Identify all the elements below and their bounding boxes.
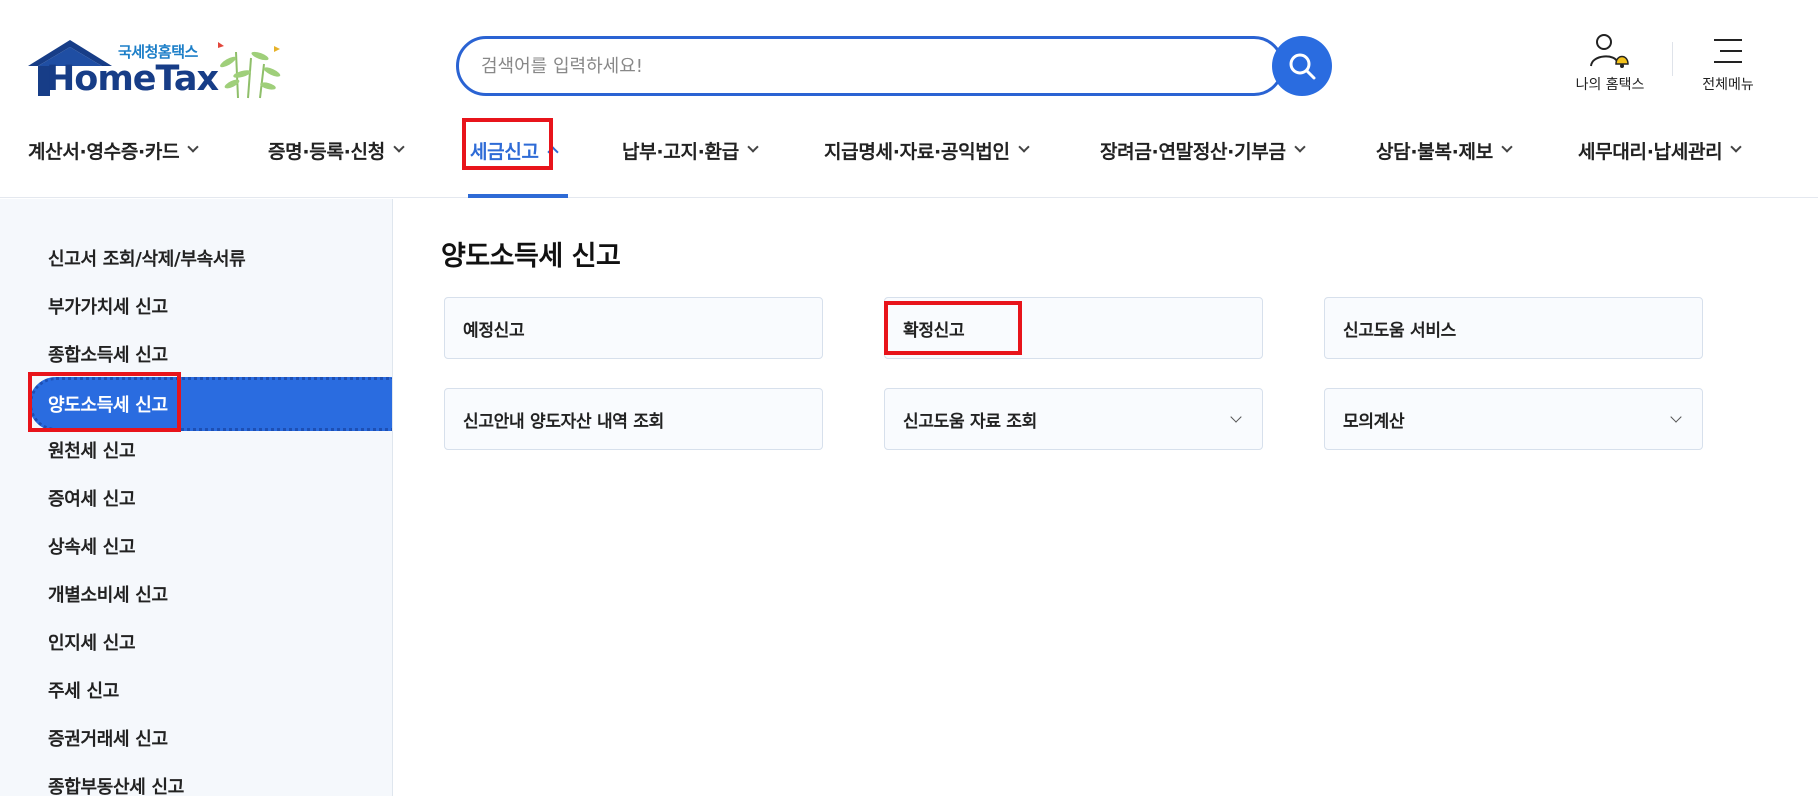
gnb-item-tax-filing[interactable]: 세금신고 [470, 134, 559, 166]
card-preliminary-return[interactable]: 예정신고 [444, 297, 823, 359]
chevron-down-icon [1230, 411, 1242, 423]
search-box [456, 36, 1284, 96]
sidebar-item-excise-tax[interactable]: 개별소비세 신고 [48, 581, 168, 611]
all-menu-button[interactable]: 전체메뉴 [1690, 34, 1766, 102]
gnb-item-statement[interactable]: 지급명세·자료·공익법인 [824, 134, 1030, 166]
chevron-down-icon [747, 141, 759, 153]
chevron-down-icon [187, 141, 199, 153]
all-menu-label: 전체메뉴 [1702, 77, 1754, 93]
gnb-item-payment[interactable]: 납부·고지·환급 [622, 134, 759, 166]
card-filing-help-service[interactable]: 신고도움 서비스 [1324, 297, 1703, 359]
search-icon [1289, 53, 1316, 80]
gnb-item-invoice[interactable]: 계산서·영수증·카드 [28, 134, 199, 166]
sidebar-item-report-inquiry[interactable]: 신고서 조회/삭제/부속서류 [48, 245, 246, 275]
sidebar-item-securities-tax[interactable]: 증권거래세 신고 [48, 725, 168, 755]
sidebar-item-property-tax[interactable]: 종합부동산세 신고 [48, 773, 184, 796]
sidebar-item-capital-gains-tax[interactable]: 양도소득세 신고 [29, 377, 392, 431]
page-title: 양도소득세 신고 [441, 241, 621, 272]
chevron-down-icon [1293, 141, 1306, 153]
sidebar-item-gift-tax[interactable]: 증여세 신고 [48, 485, 136, 515]
header-divider [1672, 42, 1673, 76]
card-mock-calculation[interactable]: 모의계산 [1324, 388, 1703, 450]
card-label: 신고도움 자료 조회 [903, 411, 1037, 432]
gnb-item-certificate[interactable]: 증명·등록·신청 [268, 134, 405, 166]
my-hometax-label: 나의 홈택스 [1575, 77, 1645, 93]
search-input[interactable] [481, 49, 1211, 83]
gnb-active-underline [468, 194, 568, 198]
gnb-item-label: 증명·등록·신청 [268, 140, 385, 163]
sidebar: 신고서 조회/삭제/부속서류 부가가치세 신고 종합소득세 신고 양도소득세 신… [0, 199, 393, 796]
sidebar-item-income-tax[interactable]: 종합소득세 신고 [48, 341, 168, 371]
chevron-down-icon [1501, 141, 1513, 153]
hometax-logo[interactable]: 국세청홈택스 HomeTax [28, 38, 290, 102]
gnb-item-label: 세금신고 [470, 140, 539, 163]
gnb-item-label: 납부·고지·환급 [622, 140, 739, 163]
chevron-up-icon [547, 146, 559, 158]
card-label: 신고안내 양도자산 내역 조회 [463, 411, 664, 432]
hometax-page: 국세청홈택스 HomeTax 나의 홈택스 [0, 0, 1818, 796]
header: 국세청홈택스 HomeTax 나의 홈택스 [0, 0, 1818, 198]
gnb-item-label: 세무대리·납세관리 [1578, 140, 1723, 163]
sidebar-item-stamp-tax[interactable]: 인지세 신고 [48, 629, 136, 659]
gnb-item-consult[interactable]: 상담·불복·제보 [1376, 134, 1513, 166]
gnb-item-label: 상담·불복·제보 [1376, 140, 1493, 163]
card-label: 모의계산 [1343, 411, 1405, 432]
gnb-item-agent[interactable]: 세무대리·납세관리 [1578, 134, 1743, 166]
gnb-item-incentive[interactable]: 장려금·연말정산·기부금 [1100, 134, 1306, 166]
card-label: 확정신고 [903, 320, 965, 341]
gnb-item-label: 장려금·연말정산·기부금 [1100, 140, 1286, 163]
card-label: 예정신고 [463, 320, 525, 341]
gnb-item-label: 지급명세·자료·공익법인 [824, 140, 1010, 163]
user-bell-icon [1590, 34, 1629, 68]
my-hometax-button[interactable]: 나의 홈택스 [1560, 32, 1660, 102]
chevron-down-icon [1730, 141, 1743, 153]
sidebar-item-withholding-tax[interactable]: 원천세 신고 [48, 437, 136, 467]
main-navigation: 계산서·영수증·카드 증명·등록·신청 세금신고 납부·고지·환급 지급명세·자… [0, 120, 1818, 198]
chevron-down-icon [1670, 411, 1682, 423]
chevron-down-icon [393, 141, 405, 153]
gnb-item-label: 계산서·영수증·카드 [28, 140, 180, 163]
card-help-data-inquiry[interactable]: 신고도움 자료 조회 [884, 388, 1263, 450]
card-label: 신고도움 서비스 [1343, 320, 1456, 341]
search-button[interactable] [1272, 36, 1332, 96]
logo-title: HomeTax [46, 59, 219, 99]
chevron-down-icon [1017, 141, 1030, 153]
hamburger-icon [1714, 39, 1742, 63]
sidebar-item-liquor-tax[interactable]: 주세 신고 [48, 677, 119, 707]
sidebar-item-inheritance-tax[interactable]: 상속세 신고 [48, 533, 136, 563]
sidebar-item-vat[interactable]: 부가가치세 신고 [48, 293, 168, 323]
card-asset-inquiry[interactable]: 신고안내 양도자산 내역 조회 [444, 388, 823, 450]
card-final-return[interactable]: 확정신고 [884, 297, 1263, 359]
